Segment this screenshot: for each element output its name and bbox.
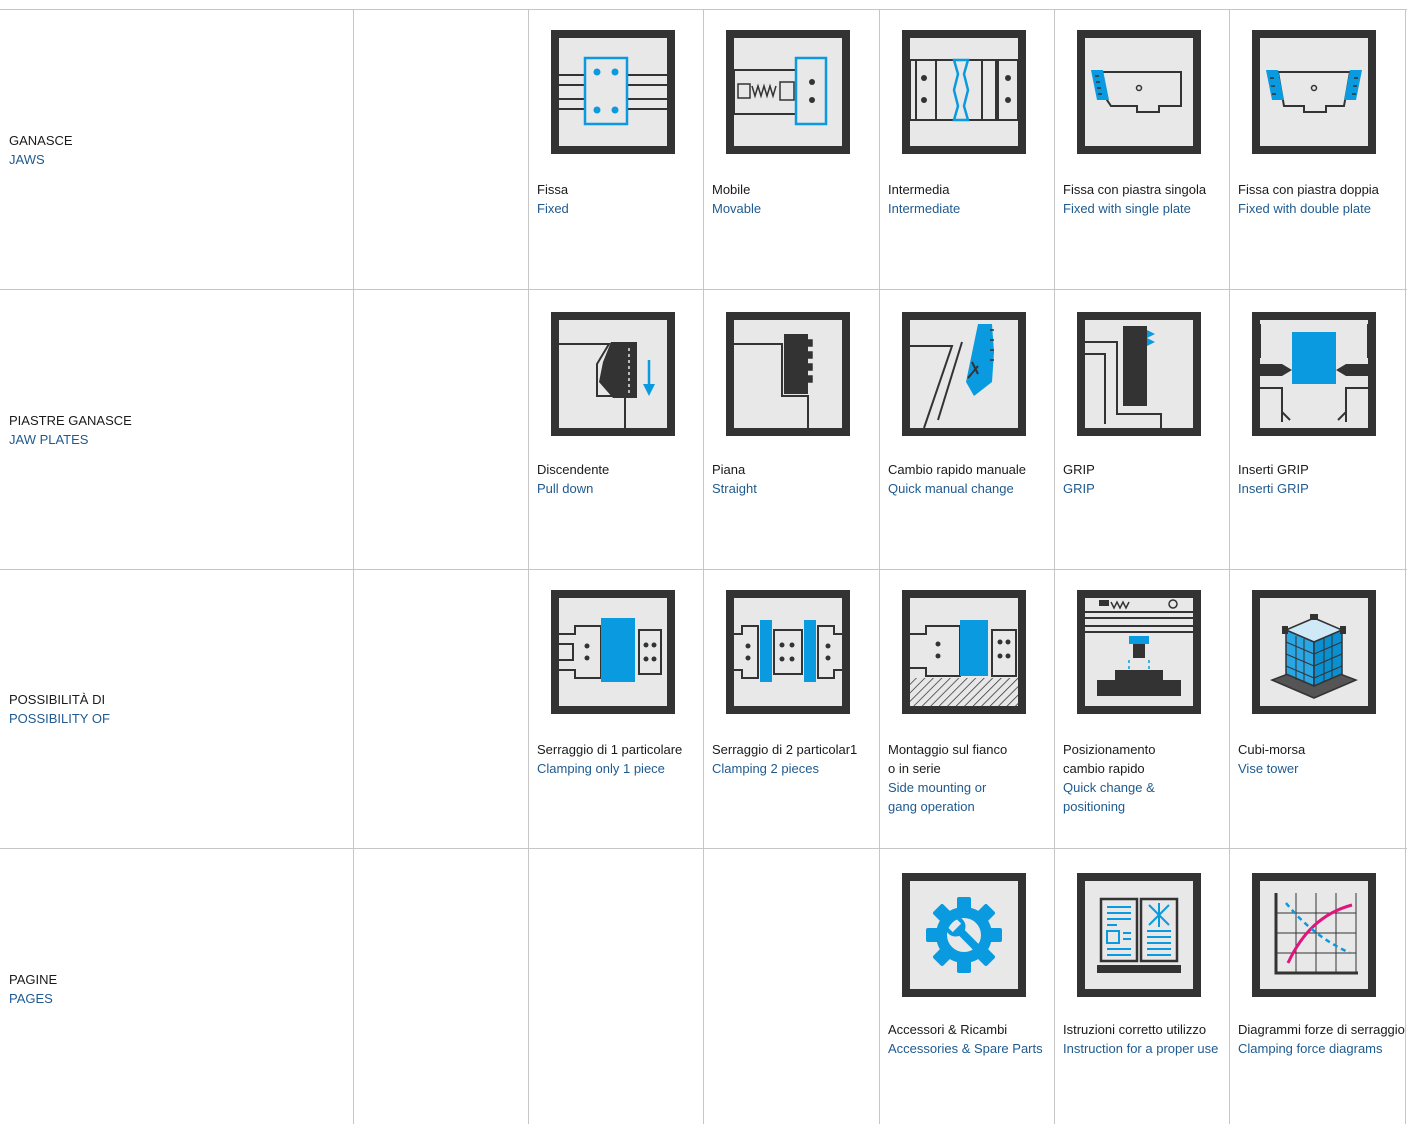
item-label-en: Straight [712,481,757,496]
item-label-en: Quick change & [1063,780,1155,795]
row-label-en: POSSIBILITY OF [9,711,110,726]
legend-item: Montaggio sul fianco o in serie Side mou… [879,570,1049,830]
item-label-it: Accessori & Ricambi [888,1022,1008,1037]
item-label-it: Montaggio sul fianco [888,742,1008,757]
item-label-en: Clamping only 1 piece [537,761,665,776]
legend-item: Posizionamento cambio rapido Quick chang… [1054,570,1224,830]
item-label-en: Pull down [537,481,594,496]
side-mounting-icon [902,590,1026,714]
legend-item: Cambio rapido manuale Quick manual chang… [879,290,1049,550]
item-label-en: Vise tower [1238,761,1299,776]
item-label-en: Fixed with single plate [1063,201,1191,216]
row-label-jaw-plates: PIASTRE GANASCE JAW PLATES [9,411,132,449]
item-label-it: Cubi-morsa [1238,742,1306,757]
pull-down-plate-icon [551,312,675,436]
row-label-en: JAWS [9,152,45,167]
item-label-en: Movable [712,201,762,216]
row-label-possibility: POSSIBILITÀ DI POSSIBILITY OF [9,690,110,728]
legend-item: Fissa con piastra singola Fixed with sin… [1054,10,1224,270]
grip-inserts-icon [1252,312,1376,436]
legend-item: Accessori & Ricambi Accessories & Spare … [879,849,1049,1109]
item-label-it: Fissa con piastra singola [1063,182,1207,197]
item-label-it: Inserti GRIP [1238,462,1309,477]
legend-item: Discendente Pull down [528,290,698,550]
item-label-it: Mobile [712,182,751,197]
item-label-it: Diagrammi forze di serraggio [1238,1022,1405,1037]
item-label-en: Side mounting or [888,780,987,795]
clamping-one-piece-icon [551,590,675,714]
fixed-single-plate-icon [1077,30,1201,154]
fixed-double-plate-icon [1252,30,1376,154]
straight-plate-icon [726,312,850,436]
quick-change-positioning-icon [1077,590,1201,714]
legend-item: Piana Straight [703,290,873,550]
item-label-it: Serraggio di 2 particolar1 [712,742,858,757]
item-label-it: GRIP [1063,462,1095,477]
item-label-it: Piana [712,462,746,477]
vise-tower-icon [1252,590,1376,714]
legend-item: Intermedia Intermediate [879,10,1049,270]
item-label-en-line2: positioning [1063,799,1126,814]
row-label-jaws: GANASCE JAWS [9,131,73,169]
accessories-gear-wrench-icon [902,873,1026,997]
legend-item: Mobile Movable [703,10,873,270]
instruction-book-icon [1077,873,1201,997]
item-label-en: Accessories & Spare Parts [888,1041,1043,1056]
column-divider [353,9,354,1124]
legend-item: GRIP GRIP [1054,290,1224,550]
legend-item: Cubi-morsa Vise tower [1229,570,1399,830]
row-label-it: POSSIBILITÀ DI [9,692,106,707]
item-label-it-line2: cambio rapido [1063,761,1145,776]
quick-manual-change-icon [902,312,1026,436]
item-label-it-line2: o in serie [888,761,941,776]
item-label-it: Posizionamento [1063,742,1156,757]
row-label-it: PAGINE [9,972,58,987]
item-label-en: Inserti GRIP [1238,481,1309,496]
grip-plate-icon [1077,312,1201,436]
row-label-en: JAW PLATES [9,432,89,447]
intermediate-jaw-icon [902,30,1026,154]
legend-item: Fissa Fixed [528,10,698,270]
clamping-force-chart-icon [1252,873,1376,997]
legend-item: Diagrammi forze di serraggio Clamping fo… [1229,849,1405,1109]
row-label-it: GANASCE [9,133,73,148]
legend-item: Serraggio di 2 particolar1 Clamping 2 pi… [703,570,873,830]
legend-item: Inserti GRIP Inserti GRIP [1229,290,1399,550]
column-divider [1405,9,1406,1124]
item-label-it: Fissa con piastra doppia [1238,182,1379,197]
item-label-it: Intermedia [888,182,950,197]
item-label-en-line2: gang operation [888,799,975,814]
item-label-it: Fissa [537,182,569,197]
row-label-it: PIASTRE GANASCE [9,413,132,428]
item-label-en: GRIP [1063,481,1095,496]
row-label-pages: PAGINE PAGES [9,970,57,1008]
row-label-en: PAGES [9,991,53,1006]
item-label-it: Serraggio di 1 particolare [537,742,683,757]
movable-jaw-icon [726,30,850,154]
item-label-en: Instruction for a proper use [1063,1041,1219,1056]
item-label-en: Intermediate [888,201,961,216]
item-label-en: Clamping force diagrams [1238,1041,1383,1056]
item-label-it: Cambio rapido manuale [888,462,1027,477]
legend-item: Serraggio di 1 particolare Clamping only… [528,570,698,830]
clamping-two-pieces-icon [726,590,850,714]
item-label-en: Quick manual change [888,481,1014,496]
legend-item: Fissa con piastra doppia Fixed with doub… [1229,10,1399,270]
legend-item: Istruzioni corretto utilizzo Instruction… [1054,849,1224,1109]
fixed-jaw-icon [551,30,675,154]
item-label-en: Fixed [537,201,569,216]
item-label-it: Istruzioni corretto utilizzo [1063,1022,1207,1037]
item-label-it: Discendente [537,462,610,477]
item-label-en: Clamping 2 pieces [712,761,819,776]
item-label-en: Fixed with double plate [1238,201,1371,216]
